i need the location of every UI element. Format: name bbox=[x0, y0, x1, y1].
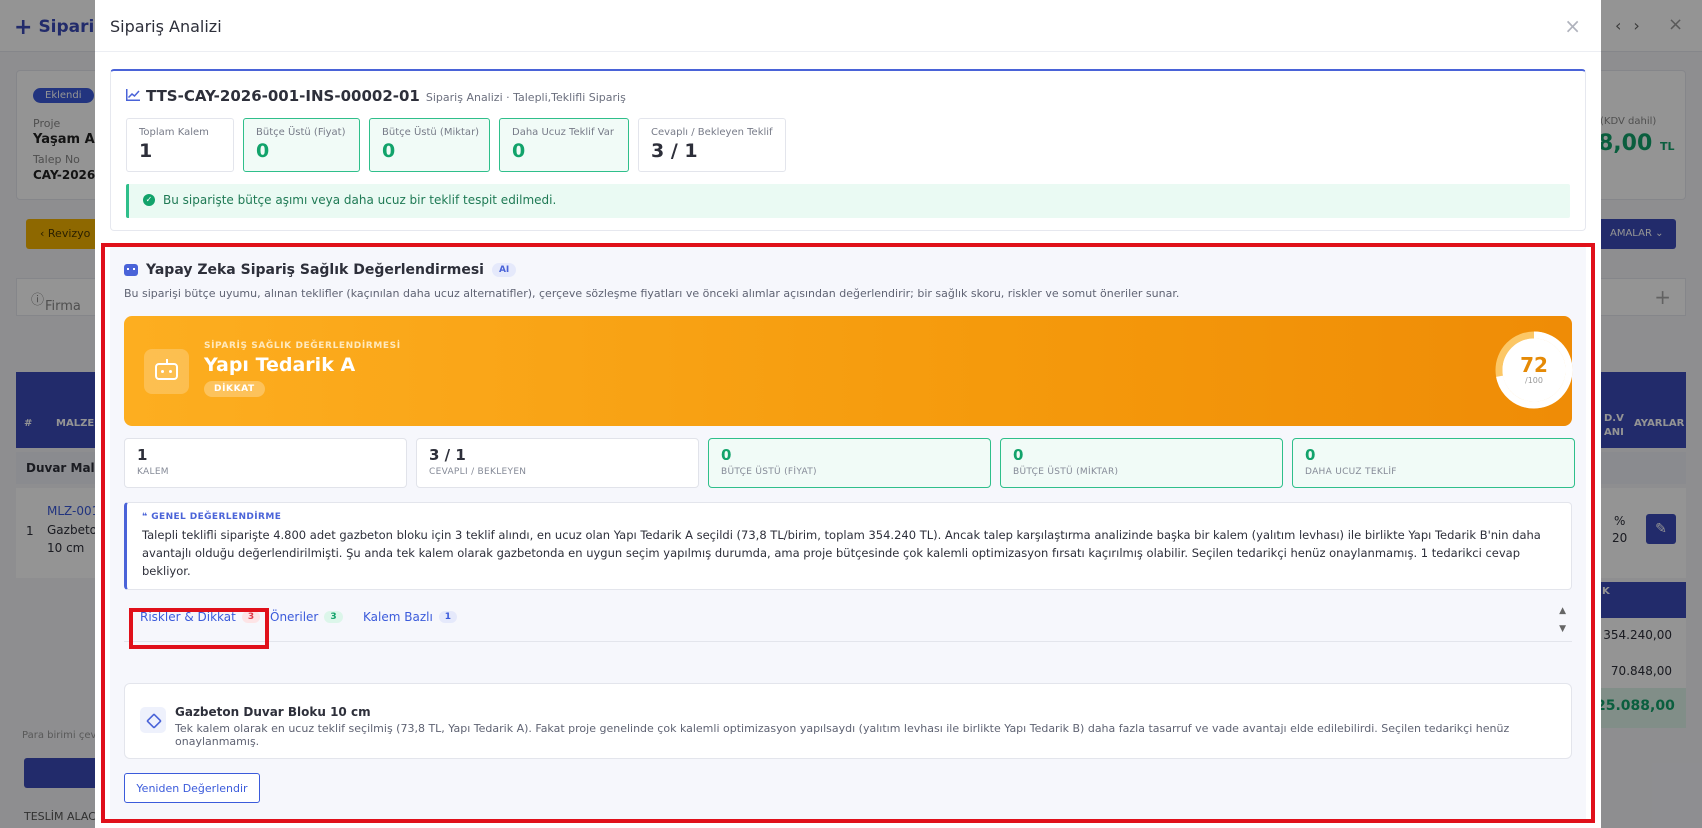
kpi-over-budget-quantity: Bütçe Üstü (Miktar) 0 bbox=[369, 118, 490, 172]
tab-suggestions[interactable]: Öneriler 3 bbox=[270, 610, 343, 624]
kpi-label: Bütçe Üstü (Fiyat) bbox=[256, 127, 346, 138]
kpi-answered-pending: Cevaplı / Bekleyen Teklif 3 / 1 bbox=[638, 118, 786, 172]
banner-label: SİPARİŞ SAĞLIK DEĞERLENDİRMESİ bbox=[204, 341, 401, 351]
order-analysis-card: TTS-CAY-2026-001-INS-00002-01 Sipariş An… bbox=[110, 69, 1586, 231]
stat-value: 0 bbox=[1305, 446, 1316, 464]
kpi-label: Cevaplı / Bekleyen Teklif bbox=[651, 127, 773, 138]
reevaluate-button[interactable]: Yeniden Değerlendir bbox=[124, 773, 260, 803]
risk-item-card: Gazbeton Duvar Bloku 10 cm Tek kalem ola… bbox=[124, 683, 1572, 759]
general-evaluation-label: ❝ GENEL DEĞERLENDİRME bbox=[142, 512, 1556, 522]
tab-label: Öneriler bbox=[270, 610, 319, 624]
kpi-value: 0 bbox=[382, 140, 396, 162]
ai-stats-row: 1 KALEM 3 / 1 CEVAPLI / BEKLEYEN 0 BÜTÇE ÜS… bbox=[124, 438, 1575, 488]
stat-value: 1 bbox=[137, 446, 148, 464]
health-status-badge: DİKKAT bbox=[204, 381, 265, 397]
robot-avatar-icon bbox=[144, 349, 189, 394]
stat-label: KALEM bbox=[137, 467, 169, 477]
tab-risks[interactable]: Riskler & Dikkat 3 bbox=[140, 610, 261, 624]
stat-value: 0 bbox=[1013, 446, 1024, 464]
stat-label: DAHA UCUZ TEKLİF bbox=[1305, 467, 1397, 477]
robot-icon bbox=[124, 264, 138, 276]
risk-item-title: Gazbeton Duvar Bloku 10 cm bbox=[175, 705, 371, 719]
kpi-label: Bütçe Üstü (Miktar) bbox=[382, 127, 480, 138]
tab-count: 3 bbox=[241, 611, 261, 623]
kpi-over-budget-price: Bütçe Üstü (Fiyat) 0 bbox=[243, 118, 360, 172]
modal-header: Sipariş Analizi × bbox=[95, 0, 1601, 52]
cube-icon bbox=[140, 707, 166, 733]
kpi-label: Toplam Kalem bbox=[139, 127, 209, 138]
health-score: 72 bbox=[1520, 353, 1548, 377]
success-alert: ✓ Bu siparişte bütçe aşımı veya daha ucu… bbox=[126, 184, 1570, 218]
stat-answered-pending: 3 / 1 CEVAPLI / BEKLEYEN bbox=[416, 438, 699, 488]
stat-label: BÜTÇE ÜSTÜ (MİKTAR) bbox=[1013, 467, 1119, 477]
modal-title: Sipariş Analizi bbox=[110, 17, 222, 36]
supplier-name: Yapı Tedarik A bbox=[204, 354, 356, 376]
order-number: TTS-CAY-2026-001-INS-00002-01 bbox=[146, 87, 420, 105]
general-label-text: GENEL DEĞERLENDİRME bbox=[151, 512, 282, 522]
kpi-value: 0 bbox=[512, 140, 526, 162]
ai-header: Yapay Zeka Sipariş Sağlık Değerlendirmes… bbox=[124, 262, 517, 278]
stat-value: 0 bbox=[721, 446, 732, 464]
stat-cheaper-offer: 0 DAHA UCUZ TEKLİF bbox=[1292, 438, 1575, 488]
ai-badge: AI bbox=[491, 263, 517, 277]
health-banner: SİPARİŞ SAĞLIK DEĞERLENDİRMESİ Yapı Teda… bbox=[124, 316, 1573, 426]
tab-label: Riskler & Dikkat bbox=[140, 610, 236, 624]
chart-icon bbox=[126, 89, 140, 101]
risk-item-text: Tek kalem olarak en ucuz teklif seçilmiş… bbox=[175, 722, 1510, 748]
kpi-value: 1 bbox=[139, 140, 153, 162]
kpi-value: 0 bbox=[256, 140, 270, 162]
ai-tabs: Riskler & Dikkat 3 Öneriler 3 Kalem Bazlı 1… bbox=[124, 602, 1572, 642]
kpi-total-items: Toplam Kalem 1 bbox=[126, 118, 234, 172]
stat-over-budget-quantity: 0 BÜTÇE ÜSTÜ (MİKTAR) bbox=[1000, 438, 1283, 488]
stat-items: 1 KALEM bbox=[124, 438, 407, 488]
order-analysis-modal: Sipariş Analizi × TTS-CAY-2026-001-INS-0… bbox=[95, 0, 1601, 828]
general-evaluation-text: Talepli teklifli siparişte 4.800 adet ga… bbox=[142, 528, 1541, 578]
scroll-down-icon[interactable]: ▼ bbox=[1559, 620, 1566, 638]
health-score-max: /100 bbox=[1525, 376, 1543, 385]
kpi-value: 3 / 1 bbox=[651, 140, 698, 162]
tab-count: 1 bbox=[438, 611, 458, 623]
ai-title: Yapay Zeka Sipariş Sağlık Değerlendirmes… bbox=[146, 262, 484, 278]
close-icon[interactable]: × bbox=[1564, 14, 1581, 38]
robot-face-icon bbox=[155, 359, 178, 380]
ai-health-panel: Yapay Zeka Sipariş Sağlık Değerlendirmes… bbox=[110, 245, 1586, 823]
tab-label: Kalem Bazlı bbox=[363, 610, 433, 624]
ai-description: Bu siparişi bütçe uyumu, alınan teklifle… bbox=[124, 287, 1180, 300]
kpi-row: Toplam Kalem 1 Bütçe Üstü (Fiyat) 0 Bütçe … bbox=[126, 118, 786, 172]
tab-item-based[interactable]: Kalem Bazlı 1 bbox=[363, 610, 458, 624]
check-circle-icon: ✓ bbox=[143, 194, 155, 206]
scroll-up-icon[interactable]: ▲ bbox=[1559, 602, 1566, 620]
stat-label: BÜTÇE ÜSTÜ (FİYAT) bbox=[721, 467, 817, 477]
stat-label: CEVAPLI / BEKLEYEN bbox=[429, 467, 527, 477]
tab-scroll[interactable]: ▲ ▼ bbox=[1559, 602, 1566, 638]
order-subtitle: Sipariş Analizi · Talepli,Teklifli Sipar… bbox=[425, 91, 626, 104]
kpi-cheaper-offer: Daha Ucuz Teklif Var 0 bbox=[499, 118, 629, 172]
stat-over-budget-price: 0 BÜTÇE ÜSTÜ (FİYAT) bbox=[708, 438, 991, 488]
general-evaluation: ❝ GENEL DEĞERLENDİRME Talepli teklifli s… bbox=[124, 502, 1572, 590]
alert-text: Bu siparişte bütçe aşımı veya daha ucuz … bbox=[163, 193, 557, 207]
order-header: TTS-CAY-2026-001-INS-00002-01 Sipariş An… bbox=[126, 87, 626, 105]
stat-value: 3 / 1 bbox=[429, 446, 466, 464]
quote-icon: ❝ bbox=[142, 512, 148, 522]
tab-count: 3 bbox=[324, 611, 343, 623]
kpi-label: Daha Ucuz Teklif Var bbox=[512, 127, 614, 138]
